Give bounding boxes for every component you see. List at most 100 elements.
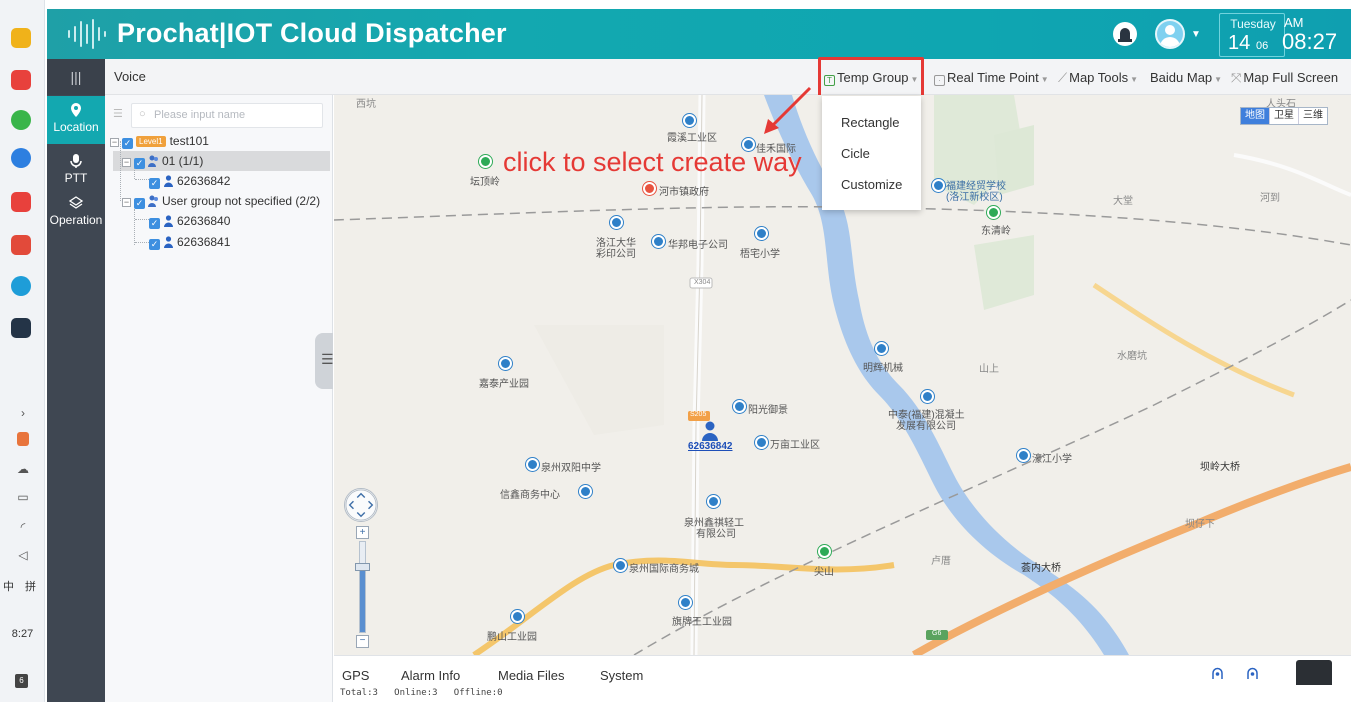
baidu-map-button[interactable]: Baidu Map ▼ (1150, 70, 1222, 85)
checkbox[interactable]: ✓ (149, 239, 160, 250)
tree-node-user-62636840[interactable]: ✓ 62636840 (149, 214, 230, 234)
wps-writer-icon[interactable] (11, 192, 31, 212)
poi-marker[interactable] (755, 227, 768, 240)
poi-marker[interactable] (818, 545, 831, 558)
checkbox[interactable]: ✓ (134, 158, 145, 169)
poi-marker[interactable] (755, 436, 768, 449)
status-bar: Total:3 Online:3 Offline:0 (334, 685, 1351, 702)
map-tools-button[interactable]: ⟋ Map Tools ▼ (1058, 70, 1138, 86)
nav-location[interactable]: Location (47, 96, 105, 144)
browser-blue-icon[interactable] (11, 148, 31, 168)
alarm-icon[interactable] (1113, 22, 1137, 46)
wechat-icon[interactable] (11, 110, 31, 130)
group-icon (148, 155, 158, 167)
collapse-icon[interactable]: − (110, 138, 119, 147)
map-label: 坛顶岭 (470, 177, 500, 188)
menu-toggle-icon[interactable]: ||| (47, 59, 105, 95)
poi-marker[interactable] (1017, 449, 1030, 462)
wifi-icon[interactable]: ◜ (15, 520, 31, 534)
chevron-right-icon[interactable]: › (15, 406, 31, 420)
map-label: 发展有限公司 (896, 421, 956, 432)
poi-marker[interactable] (526, 458, 539, 471)
search-input[interactable]: ○ Please input name (131, 103, 323, 128)
poi-marker[interactable] (921, 390, 934, 403)
tab-gps[interactable]: GPS (342, 668, 369, 683)
menu-item-rectangle[interactable]: Rectangle (841, 115, 900, 130)
tree-node-group-unspecified[interactable]: − ✓ User group not specified (2/2) (122, 194, 320, 214)
map-type-3d[interactable]: 三维 (1298, 108, 1327, 124)
tree-node-root[interactable]: − ✓ Level1 test101 (110, 134, 209, 154)
user-avatar[interactable] (1155, 19, 1185, 49)
map-type-normal[interactable]: 地图 (1241, 108, 1269, 124)
checkbox[interactable]: ✓ (122, 138, 133, 149)
tree-node-group-01[interactable]: − ✓ 01 (1/1) (122, 154, 203, 174)
map-label: 华邦电子公司 (668, 240, 728, 251)
map-type-satellite[interactable]: 卫星 (1269, 108, 1298, 124)
tree-node-user-62636841[interactable]: ✓ 62636841 (149, 235, 230, 255)
poi-marker[interactable] (511, 610, 524, 623)
notification-icon[interactable]: 6 (15, 674, 28, 688)
checkbox[interactable]: ✓ (149, 178, 160, 189)
poi-marker[interactable] (614, 559, 627, 572)
tab-media-files[interactable]: Media Files (498, 668, 564, 683)
day-text: 14 (1228, 32, 1251, 54)
app-red-icon[interactable] (11, 70, 31, 90)
map-label: 有限公司 (696, 529, 736, 540)
app-dark-icon[interactable] (11, 318, 31, 338)
tab-system[interactable]: System (600, 668, 643, 683)
checkbox[interactable]: ✓ (149, 218, 160, 229)
pan-control[interactable] (344, 488, 378, 522)
file-explorer-icon[interactable] (11, 28, 31, 48)
locate-alt-icon[interactable] (1246, 667, 1259, 681)
poi-marker[interactable] (683, 114, 696, 127)
device-person-icon[interactable] (702, 421, 718, 441)
layers-icon (68, 196, 84, 209)
poi-marker[interactable] (499, 357, 512, 370)
checkbox[interactable]: ✓ (134, 198, 145, 209)
menu-item-circle[interactable]: Cicle (841, 146, 870, 161)
locate-icon[interactable] (1211, 667, 1224, 681)
user-icon (164, 175, 173, 187)
poi-marker[interactable] (479, 155, 492, 168)
caret-down-icon[interactable]: ▼ (1191, 29, 1201, 40)
volume-icon[interactable]: ◁ (15, 548, 31, 562)
collapse-icon[interactable]: − (122, 198, 131, 207)
poi-marker[interactable] (707, 495, 720, 508)
battery-icon[interactable]: ▭ (15, 490, 31, 504)
zoom-slider[interactable] (359, 541, 366, 633)
tray-app-icon[interactable] (17, 432, 29, 446)
menu-item-customize[interactable]: Customize (841, 177, 902, 192)
poi-marker[interactable] (932, 179, 945, 192)
tab-alarm-info[interactable]: Alarm Info (401, 668, 460, 683)
poi-marker[interactable] (643, 182, 656, 195)
real-time-point-button[interactable]: · Real Time Point ▼ (934, 70, 1049, 86)
tree-node-user-62636842[interactable]: ✓ 62636842 (149, 174, 230, 194)
list-icon[interactable]: ☰ (113, 107, 125, 120)
collapse-icon[interactable]: − (122, 158, 131, 167)
poi-marker[interactable] (579, 485, 592, 498)
module-nav: ||| Location PTT Operation (47, 59, 105, 702)
poi-marker[interactable] (679, 596, 692, 609)
nav-ptt[interactable]: PTT (47, 147, 105, 195)
poi-marker[interactable] (733, 400, 746, 413)
zoom-out-button[interactable]: − (356, 635, 369, 648)
wps-office-icon[interactable] (11, 235, 31, 255)
outdent-icon[interactable]: ☰ (321, 351, 334, 368)
taskbar-clock[interactable]: 8:27 (0, 628, 45, 640)
user-icon (164, 215, 173, 227)
map-label: 坝岭大桥 (1200, 462, 1240, 473)
edge-icon[interactable] (11, 276, 31, 296)
device-id-label[interactable]: 62636842 (688, 441, 733, 452)
nav-operation[interactable]: Operation (47, 189, 105, 237)
zoom-slider-handle[interactable] (355, 563, 370, 571)
poi-marker[interactable] (610, 216, 623, 229)
cloud-icon[interactable]: ☁ (15, 462, 31, 476)
poi-marker[interactable] (875, 342, 888, 355)
map-label: (洛江新校区) (946, 192, 1003, 203)
ampm-text: AM (1284, 15, 1304, 30)
zoom-in-button[interactable]: + (356, 526, 369, 539)
poi-marker[interactable] (652, 235, 665, 248)
poi-marker[interactable] (987, 206, 1000, 219)
map-full-screen-button[interactable]: ⤧ Map Full Screen (1231, 70, 1338, 86)
voice-label[interactable]: Voice (114, 69, 146, 84)
